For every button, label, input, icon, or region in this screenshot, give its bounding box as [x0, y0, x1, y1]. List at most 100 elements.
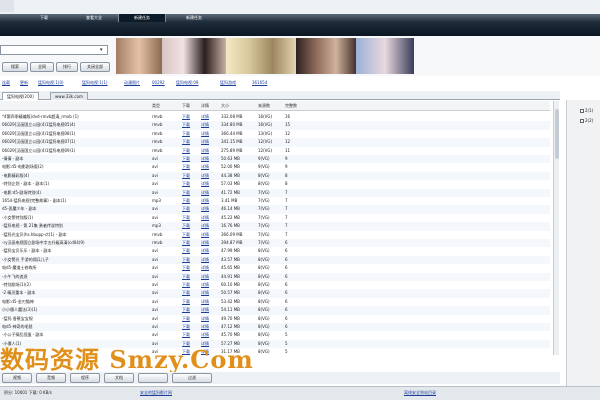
cell-det[interactable]: 详情	[201, 121, 215, 129]
cell-det[interactable]: 详情	[201, 130, 215, 138]
cell-dl[interactable]: 下载	[182, 247, 196, 255]
dropdown-arrow-icon[interactable]: ▾	[100, 47, 103, 53]
cell-dl[interactable]: 下载	[182, 189, 196, 197]
cell-dl[interactable]: 下载	[182, 331, 196, 339]
link-item[interactable]: 猛犸电视:09	[176, 80, 198, 86]
table-row[interactable]: -猛犸 香蕉宝宝规 avi 下载 详情 49.70 MB 8(VG) 6	[0, 315, 550, 323]
table-row[interactable]: *4第四季精编版(dvd-rmvb超清_rmvb (1) rmvb 下载 详情 332.…	[0, 113, 550, 121]
menu-tab-browse[interactable]: 查看大全	[70, 14, 118, 22]
status-link-1[interactable]: 安全的猛犸影片网	[140, 390, 172, 396]
filter-video-button[interactable]: 视频	[2, 373, 32, 383]
cell-det[interactable]: 详情	[201, 247, 215, 255]
link-item[interactable]: 动漫图片	[124, 80, 140, 86]
link-item[interactable]: 猛犸电视:1(0)	[38, 80, 64, 86]
cell-det[interactable]: 详情	[201, 298, 215, 306]
cell-dl[interactable]: 下载	[182, 231, 196, 239]
right-panel-item[interactable]: 2(1)	[585, 108, 593, 113]
table-row[interactable]: 电d5-魔道士修练所 avi 下载 详情 45.65 MB 8(VG) 6	[0, 264, 550, 272]
ad-banner[interactable]	[116, 38, 416, 74]
search-input[interactable]	[0, 45, 108, 55]
table-row[interactable]: -猛犸宝贝乐乐 - 副本 - 副本 avi 下载 详情 47.99 MB 8(VG) 6	[0, 247, 550, 255]
filter-audio-button[interactable]: 音频	[36, 373, 66, 383]
cell-det[interactable]: 详情	[201, 231, 215, 239]
cell-dl[interactable]: 下载	[182, 172, 196, 180]
cell-dl[interactable]: 下载	[182, 113, 196, 121]
table-row[interactable]: 06029]汉画国立公园(4)1猛犸电视09(1) rmvb 下载 详情 275.89 …	[0, 147, 550, 155]
cell-det[interactable]: 详情	[201, 214, 215, 222]
cell-det[interactable]: 详情	[201, 273, 215, 281]
cell-det[interactable]: 详情	[201, 172, 215, 180]
tab-tv[interactable]: 猛犸电视(200)	[2, 92, 39, 100]
cell-det[interactable]: 详情	[201, 323, 215, 331]
ranking-button[interactable]: 排行	[56, 62, 78, 72]
filter-other-button[interactable]	[138, 373, 168, 383]
col-type[interactable]: 类型	[152, 103, 160, 109]
menu-tab-download[interactable]: 下载	[20, 14, 68, 22]
cell-dl[interactable]: 下载	[182, 264, 196, 272]
cell-det[interactable]: 详情	[201, 147, 215, 155]
table-row[interactable]: -特别企划 - 副本 - 副本(1) avi 下载 详情 57.03 MB 8(VG) 8	[0, 180, 550, 188]
web-search-button[interactable]: 全网	[30, 62, 54, 72]
table-row[interactable]: 06029]汉画国立公园(4)1猛犸电视08(1) rmvb 下载 详情 366.44 …	[0, 130, 550, 138]
right-panel-item[interactable]: 2(2)	[585, 118, 593, 123]
cell-dl[interactable]: 下载	[182, 197, 196, 205]
table-row[interactable]: -小女警特别版(1) avi 下载 详情 45.22 MB 7(VG) 7	[0, 214, 550, 222]
table-row[interactable]: -猛犸电视 - 第 21集 勇者传说特别 mp3 下载 详情 16.76 MB 7(VG)…	[0, 222, 550, 231]
table-row[interactable]: -小公子搞乱怪蛋 - 副本 avi 下载 详情 45.70 MB 8(VG) 5	[0, 331, 550, 339]
table-row[interactable]: -猛犸光宝贝(hs.hbupp-ct(1) - 副本 rmvb 下载 详情 366.09…	[0, 231, 550, 239]
table-row[interactable]: -电影:d5-剧场特别(4) avi 下载 详情 41.72 MB 7(VG) 7	[0, 188, 550, 197]
filter-document-button[interactable]: 文档	[104, 373, 134, 383]
link-item[interactable]: 00292	[152, 80, 165, 85]
cell-det[interactable]: 详情	[201, 306, 215, 314]
cell-dl[interactable]: 下载	[182, 180, 196, 188]
cell-dl[interactable]: 下载	[182, 147, 196, 155]
table-row[interactable]: -ry汉画电视国立剧场中字五升级高清(cd04(9) rmvb 下载 详情 394.87…	[0, 239, 550, 248]
cell-dl[interactable]: 下载	[182, 323, 196, 331]
cell-det[interactable]: 详情	[201, 205, 215, 213]
scrollbar-thumb[interactable]	[555, 109, 559, 159]
table-scrollbar[interactable]	[553, 101, 559, 355]
filter-program-button[interactable]: 程序	[70, 373, 100, 383]
table-row[interactable]: 电影:d5-电影剧场版(2) avi 下载 详情 52.00 MB 9(VG) 9	[0, 163, 550, 171]
table-row[interactable]: -特别剧场(1)(2) avi 下载 详情 60.10 MB 8(VG) 6	[0, 281, 550, 289]
cell-det[interactable]: 详情	[201, 113, 215, 121]
table-row[interactable]: 1654-猛犸电视(完整故事) - 副本(1) mp3 下载 详情 3.41 MB 7(V…	[0, 197, 550, 205]
cell-det[interactable]: 详情	[201, 180, 215, 188]
cell-dl[interactable]: 下载	[182, 289, 196, 297]
cell-dl[interactable]: 下载	[182, 155, 196, 163]
status-link-2[interactable]: 离线安全到站目录	[404, 390, 436, 396]
tab-site[interactable]: www.33k.com	[50, 92, 88, 100]
table-row[interactable]: -倩倩 - 副本 avi 下载 详情 50.63 MB 9(VG) 9	[0, 155, 550, 164]
cell-dl[interactable]: 下载	[182, 306, 196, 314]
cell-dl[interactable]: 下载	[182, 138, 196, 146]
table-row[interactable]: 电影:d5-金刃猫神 avi 下载 详情 53.42 MB 8(VG) 6	[0, 298, 550, 306]
cell-dl[interactable]: 下载	[182, 239, 196, 247]
table-row[interactable]: d5-恶魔少年 - 副本 avi 下载 详情 46.14 MB 7(VG) 7	[0, 205, 550, 214]
link-item[interactable]: 猛犸电视:1(1)	[82, 80, 108, 86]
menu-tab-new-task-2[interactable]: 新建任务	[170, 14, 218, 22]
cell-dl[interactable]: 下载	[182, 205, 196, 213]
search-button[interactable]: 搜索	[2, 62, 28, 72]
cell-dl[interactable]: 下载	[182, 281, 196, 289]
cell-det[interactable]: 详情	[201, 155, 215, 163]
table-row[interactable]: 电d5-神奇的毛毯 avi 下载 详情 47.12 MB 8(VG) 6	[0, 323, 550, 332]
link-item[interactable]: 更新	[20, 80, 28, 86]
table-row[interactable]: 06029]汉画国立公园(4)1猛犸电视05(4) rmvb 下载 详情 334.80 …	[0, 121, 550, 130]
cell-dl[interactable]: 下载	[182, 256, 196, 264]
close-all-button[interactable]: 关闭全部	[80, 62, 110, 72]
cell-dl[interactable]: 下载	[182, 163, 196, 171]
table-row[interactable]: -2 精灵重本 - 副本 avi 下载 详情 50.57 MB 8(VG) 6	[0, 289, 550, 298]
cell-det[interactable]: 详情	[201, 163, 215, 171]
cell-det[interactable]: 详情	[201, 281, 215, 289]
col-sources[interactable]: 来源数	[258, 103, 270, 109]
col-download[interactable]: 下载	[182, 103, 190, 109]
col-size[interactable]: 大小	[221, 103, 229, 109]
cell-dl[interactable]: 下载	[182, 273, 196, 281]
table-row[interactable]: 06029]汉画国立公园(4)1猛犸电视07(1) rmvb 下载 详情 341.15 …	[0, 138, 550, 147]
cell-det[interactable]: 详情	[201, 256, 215, 264]
cell-det[interactable]: 详情	[201, 189, 215, 197]
table-row[interactable]: -电影精彩版(4) avi 下载 详情 44.38 MB 8(VG) 8	[0, 171, 550, 181]
col-detail[interactable]: 详情	[201, 103, 209, 109]
cell-det[interactable]: 详情	[201, 197, 215, 205]
cell-dl[interactable]: 下载	[182, 214, 196, 222]
